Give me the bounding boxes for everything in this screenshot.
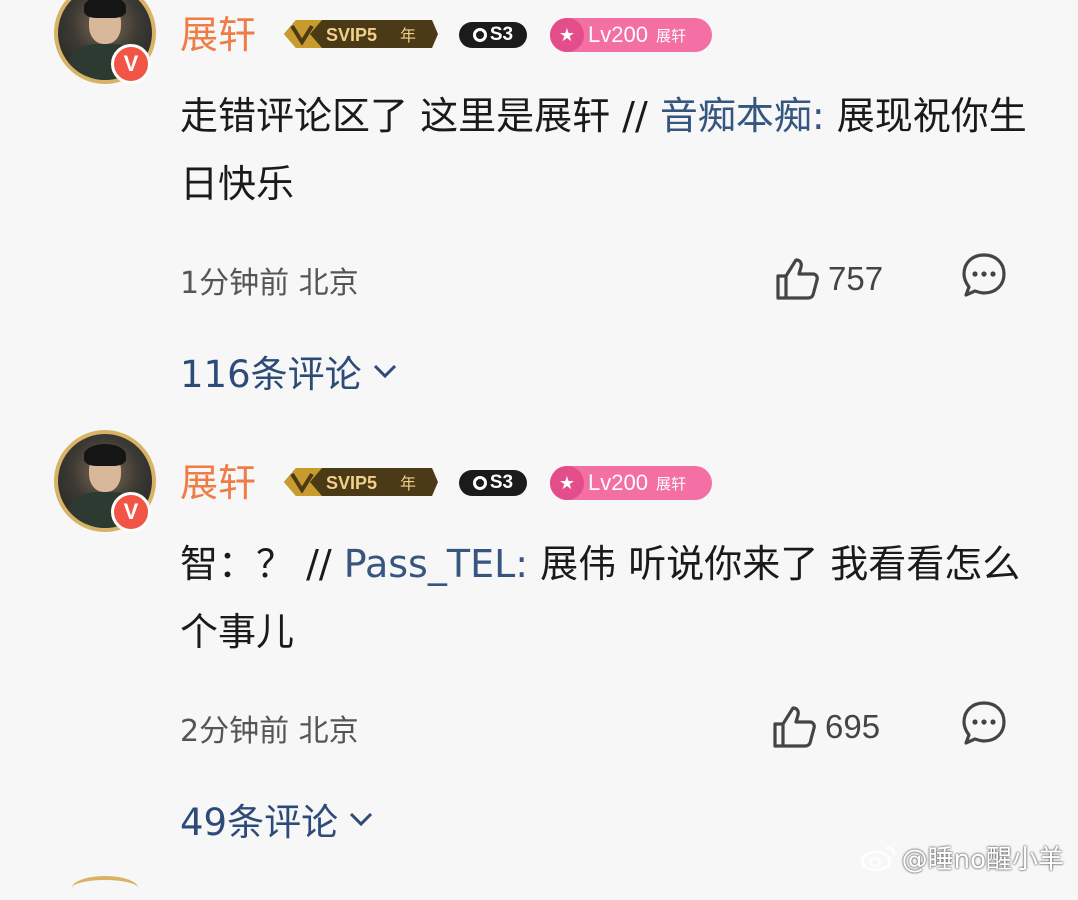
username[interactable]: 展轩 <box>180 16 256 54</box>
mention-link[interactable]: 音痴本痴: <box>660 94 825 138</box>
level-name: 展轩 <box>655 26 686 45</box>
level-label: Lv200 <box>588 22 648 47</box>
like-count: 695 <box>825 708 881 745</box>
watermark-text: @睡no醒小羊 <box>901 845 1064 875</box>
reply-button[interactable] <box>961 700 1007 746</box>
star-icon: ★ <box>550 18 584 52</box>
comment-text-main: 走错评论区了 这里是展轩 // <box>180 94 660 138</box>
verified-badge-icon: V <box>111 492 151 532</box>
s3-badge: S3 <box>459 470 527 496</box>
next-avatar-edge <box>72 876 138 900</box>
comment-text: 智：？ // Pass_TEL: 展伟 听说你来了 我看看怎么个事儿 <box>180 530 1030 666</box>
chevron-down-icon <box>350 812 373 827</box>
like-button[interactable]: 757 <box>774 254 883 304</box>
svip-suffix: 年 <box>400 474 416 493</box>
comment-bubble-icon <box>962 253 1006 297</box>
like-count: 757 <box>828 260 884 297</box>
like-button[interactable]: 695 <box>771 702 880 752</box>
chevron-down-icon <box>373 364 396 379</box>
weibo-logo-icon <box>860 846 896 871</box>
s3-badge: S3 <box>459 22 527 48</box>
verified-badge-icon: V <box>111 44 151 84</box>
view-replies-link[interactable]: 49条评论 <box>180 792 374 846</box>
view-replies-link[interactable]: 116条评论 <box>180 344 398 398</box>
svip-badge: SVIP5 年 <box>282 16 438 52</box>
reply-button[interactable] <box>961 252 1007 298</box>
comment-bubble-icon <box>962 701 1006 745</box>
s3-label: S3 <box>489 24 514 45</box>
watermark: @睡no醒小羊 <box>860 839 1064 876</box>
thumbs-up-icon <box>773 706 816 748</box>
svip-label: SVIP5 <box>326 25 377 45</box>
s3-ring-icon <box>472 28 487 42</box>
level-label: Lv200 <box>588 470 648 495</box>
thumbs-up-icon <box>776 258 819 300</box>
time-location: 2分钟前 北京 <box>180 714 359 749</box>
s3-ring-icon <box>472 476 487 490</box>
comment-text: 走错评论区了 这里是展轩 // 音痴本痴: 展现祝你生日快乐 <box>180 82 1030 218</box>
mention-link[interactable]: Pass_TEL: <box>344 542 528 586</box>
replies-label: 49条评论 <box>180 801 339 844</box>
s3-label: S3 <box>489 472 514 493</box>
svip-badge: SVIP5 年 <box>282 464 438 500</box>
level-badge: ★ Lv200 展轩 <box>550 18 712 52</box>
comment-text-main: 智：？ // <box>180 542 344 586</box>
level-name: 展轩 <box>655 474 686 493</box>
level-badge: ★ Lv200 展轩 <box>550 466 712 500</box>
svip-suffix: 年 <box>400 26 416 45</box>
star-icon: ★ <box>550 466 584 500</box>
username[interactable]: 展轩 <box>180 464 256 502</box>
time-location: 1分钟前 北京 <box>180 266 359 301</box>
replies-label: 116条评论 <box>180 353 362 396</box>
svip-label: SVIP5 <box>326 473 377 493</box>
